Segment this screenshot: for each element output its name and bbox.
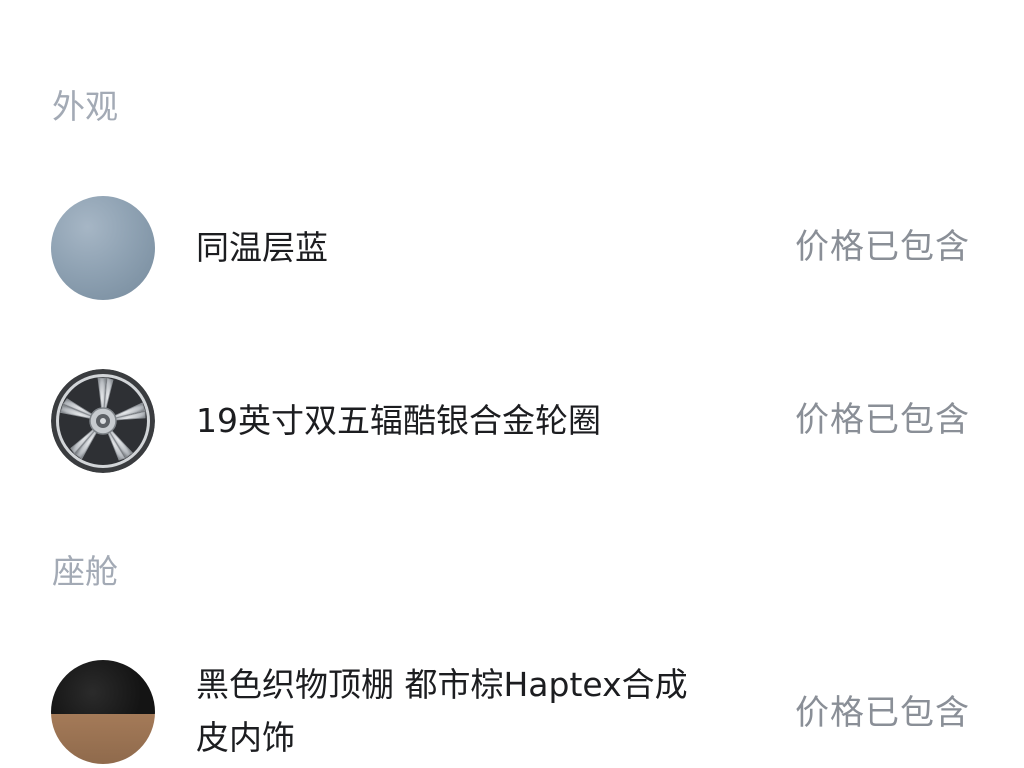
price-included-label: 价格已包含 (795, 400, 970, 440)
option-name: 黑色织物顶棚 都市棕Haptex合成 皮内饰 (196, 658, 688, 765)
interior-color-swatch-icon (51, 660, 155, 764)
option-row-interior[interactable]: 黑色织物顶棚 都市棕Haptex合成 皮内饰 价格已包含 (0, 660, 1024, 768)
alloy-wheel-icon (51, 369, 155, 473)
option-name-line-1: 黑色织物顶棚 都市棕Haptex合成 (196, 665, 688, 704)
option-row-exterior-color[interactable]: 同温层蓝 价格已包含 (0, 196, 1024, 300)
option-summary-page: 外观 同温层蓝 价格已包含 19英寸双五辐酷银合金轮圈 价格已包含 座舱 黑色织… (0, 0, 1024, 768)
option-row-wheels[interactable]: 19英寸双五辐酷银合金轮圈 价格已包含 (0, 369, 1024, 473)
section-title-cabin: 座舱 (52, 552, 118, 591)
price-included-label: 价格已包含 (795, 693, 970, 733)
option-name: 19英寸双五辐酷银合金轮圈 (196, 401, 601, 440)
section-title-exterior: 外观 (52, 87, 118, 126)
price-included-label: 价格已包含 (795, 227, 970, 267)
option-name-line-2: 皮内饰 (196, 718, 295, 758)
option-name: 同温层蓝 (196, 228, 328, 267)
stratosphere-blue-color-swatch-icon (51, 196, 155, 300)
